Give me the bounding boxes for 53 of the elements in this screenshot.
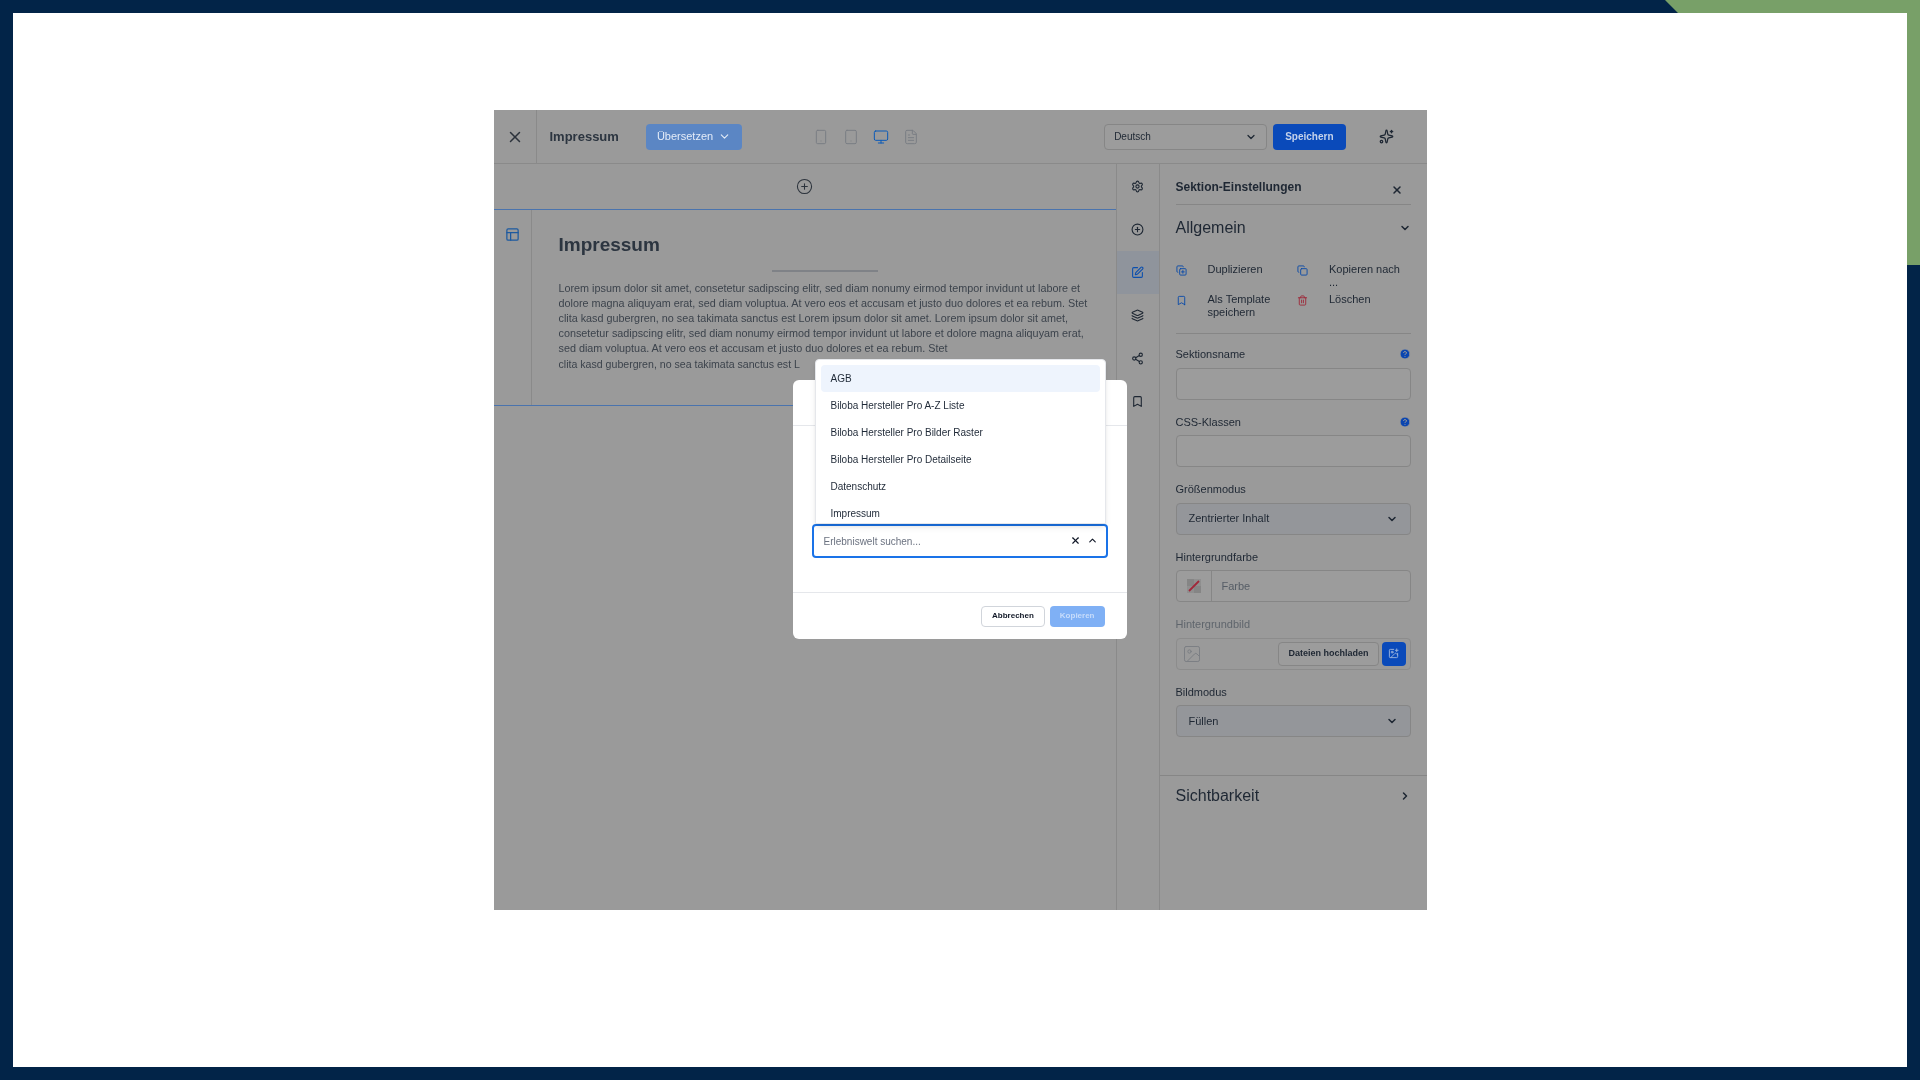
- bookmark-icon: [1175, 295, 1187, 306]
- copy-icon: [1297, 265, 1308, 276]
- layout-icon[interactable]: [504, 227, 520, 242]
- select-field[interactable]: Zentrierter Inhalt: [1175, 502, 1411, 535]
- sparkles-icon[interactable]: [1378, 129, 1394, 144]
- edit-icon: [1131, 266, 1144, 279]
- document-icon: [903, 128, 920, 145]
- color-placeholder: Farbe: [1221, 578, 1251, 594]
- cancel-button[interactable]: Abbrechen: [981, 605, 1045, 627]
- monitor-icon: [873, 128, 890, 145]
- clear-icon[interactable]: [1069, 535, 1081, 546]
- plus-circle-icon: [1131, 223, 1144, 236]
- dropdown-option[interactable]: Biloba Hersteller Pro Bilder Raster: [820, 419, 1100, 446]
- action-link[interactable]: Als Template speichern: [1191, 293, 1289, 319]
- no-color-icon: [1186, 579, 1201, 593]
- action-link[interactable]: Duplizieren: [1191, 263, 1263, 276]
- help-icon[interactable]: [1398, 348, 1411, 361]
- field-label: Größenmodus: [1175, 482, 1246, 497]
- media-button[interactable]: [1381, 641, 1406, 666]
- accordion-header[interactable]: Sichtbarkeit: [1175, 776, 1411, 816]
- select-field[interactable]: Füllen: [1175, 705, 1411, 737]
- search-field[interactable]: Erlebniswelt suchen...: [811, 524, 1108, 558]
- add-section-icon[interactable]: [796, 178, 813, 195]
- share-icon: [1131, 352, 1144, 365]
- trash-icon: [1297, 295, 1308, 306]
- save-button[interactable]: Speichern: [1273, 123, 1346, 150]
- dropdown-option[interactable]: Datenschutz: [820, 473, 1100, 500]
- action-link[interactable]: Löschen: [1313, 293, 1371, 306]
- bookmark-icon: [1131, 395, 1144, 408]
- dropdown-option[interactable]: Biloba Hersteller Pro A-Z Liste: [820, 392, 1100, 419]
- language-select[interactable]: Deutsch: [1104, 123, 1268, 150]
- section-heading: Impressum: [558, 233, 661, 257]
- copy-plus-icon: [1175, 265, 1187, 276]
- field-label: Hintergrundbild: [1175, 617, 1251, 632]
- field-label: CSS-Klassen: [1175, 414, 1241, 430]
- close-icon[interactable]: [1390, 184, 1403, 196]
- page-title: Impressum: [549, 127, 619, 146]
- field-label: Sektionsname: [1175, 347, 1246, 362]
- panel-title: Sektion-Einstellungen: [1175, 179, 1302, 196]
- lorem-paragraph-end: clita kasd gubergren, no sea takimata sanctus est L: [558, 356, 800, 372]
- dropdown-option[interactable]: AGB: [820, 365, 1100, 392]
- image-icon: [1388, 648, 1399, 659]
- tablet-icon: [843, 128, 860, 145]
- help-icon[interactable]: [1398, 415, 1411, 428]
- field-label: Bildmodus: [1175, 684, 1227, 700]
- field-label: Hintergrundfarbe: [1175, 549, 1259, 565]
- image-placeholder-icon: [1181, 643, 1202, 664]
- dropdown-option[interactable]: Biloba Hersteller Pro Detailseite: [820, 446, 1100, 473]
- settings-icon: [1131, 180, 1144, 193]
- layers-icon: [1131, 309, 1144, 322]
- dropdown-option[interactable]: Impressum: [820, 500, 1100, 523]
- action-link[interactable]: Kopieren nach ...: [1313, 263, 1411, 289]
- accordion-header[interactable]: Allgemein: [1175, 215, 1411, 240]
